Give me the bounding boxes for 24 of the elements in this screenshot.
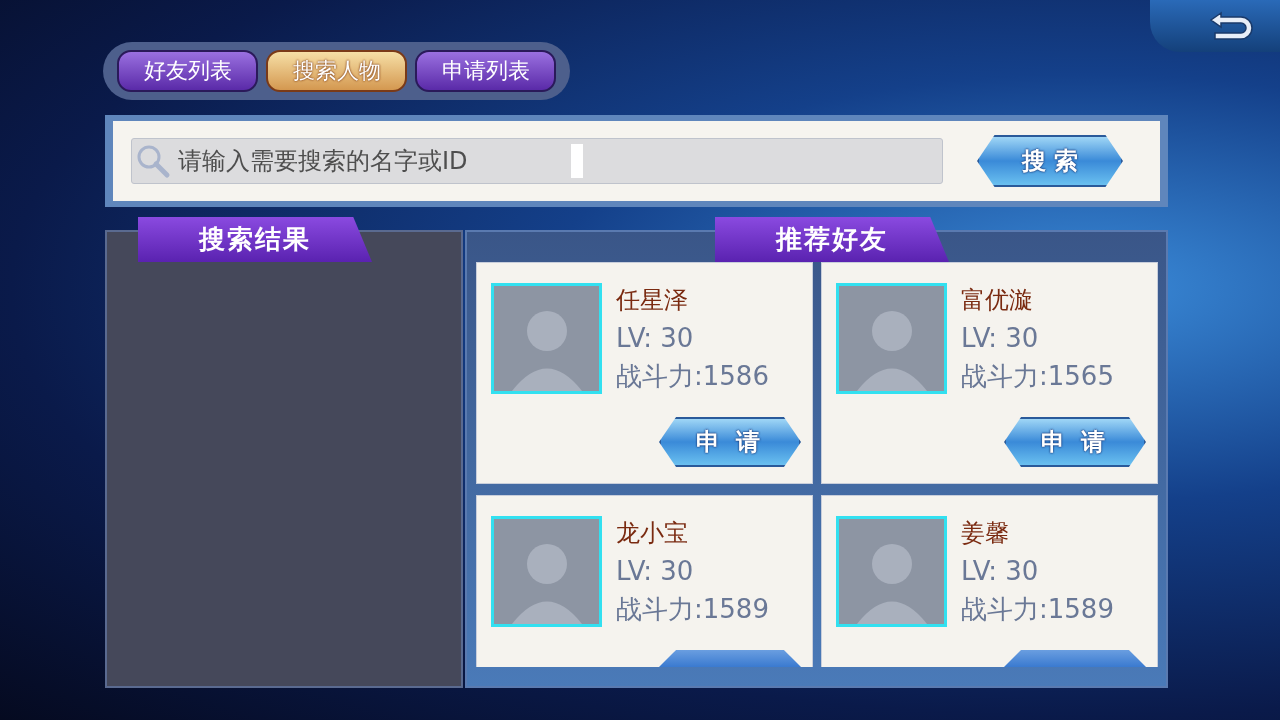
combat-power: 战斗力:1589 xyxy=(616,593,769,626)
search-button[interactable]: 搜 索 xyxy=(977,135,1123,187)
player-name: 龙小宝 xyxy=(616,518,689,549)
section-header: 搜索结果 xyxy=(138,217,372,262)
combat-power: 战斗力:1589 xyxy=(961,593,1114,626)
combat-power: 战斗力:1565 xyxy=(961,360,1114,393)
search-field[interactable]: 请输入需要搜索的名字或ID xyxy=(131,138,943,184)
player-level: LV: 30 xyxy=(616,322,695,355)
player-level: LV: 30 xyxy=(961,322,1040,355)
player-level: LV: 30 xyxy=(961,555,1040,588)
apply-button[interactable]: 申 请 xyxy=(659,417,801,467)
tab[interactable]: 好友列表 xyxy=(117,50,258,92)
apply-button[interactable]: 申 请 xyxy=(1004,417,1146,467)
back-arrow-icon xyxy=(1207,9,1253,43)
player-name: 富优漩 xyxy=(961,285,1034,316)
section-header: 推荐好友 xyxy=(715,217,949,262)
tab[interactable]: 搜索人物 xyxy=(266,50,407,92)
text-cursor xyxy=(571,144,583,178)
back-button[interactable] xyxy=(1150,0,1280,52)
tab[interactable]: 申请列表 xyxy=(415,50,556,92)
player-level: LV: 30 xyxy=(616,555,695,588)
combat-power: 战斗力:1586 xyxy=(616,360,769,393)
player-name: 任星泽 xyxy=(616,285,689,316)
player-name: 姜馨 xyxy=(961,518,1010,549)
